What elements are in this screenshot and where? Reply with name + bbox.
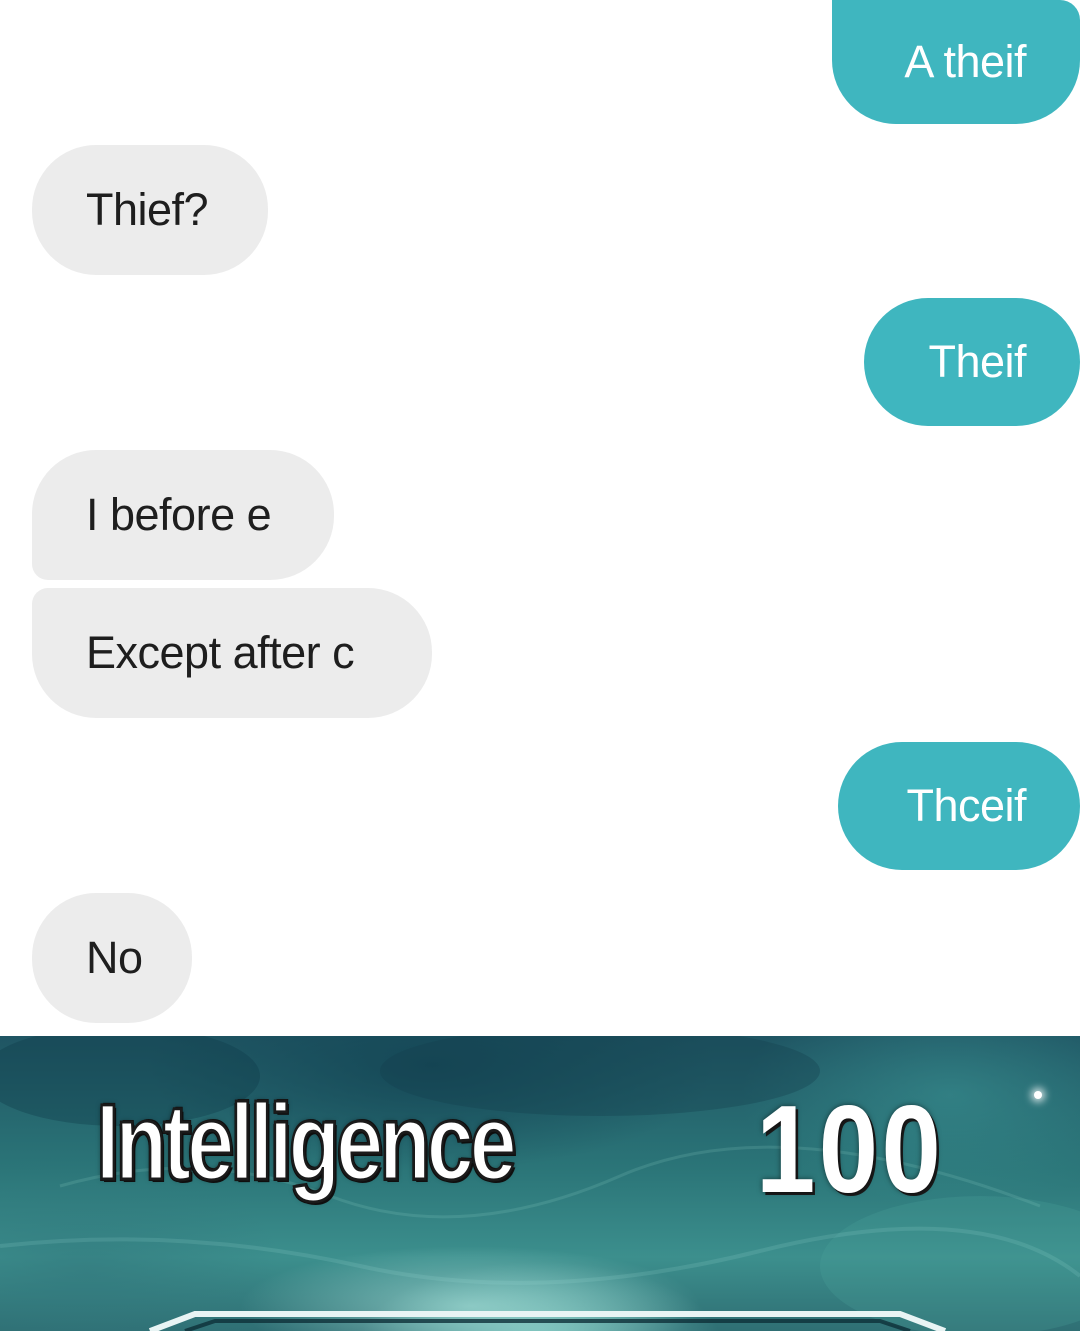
sent-message-bubble: A theif: [832, 0, 1080, 124]
received-message-bubble: I before e: [32, 450, 334, 580]
meme-screenshot: A theif Thief? Theif I before e Except a…: [0, 0, 1080, 1331]
skill-level: 100: [756, 1081, 945, 1219]
message-text: Thief?: [86, 184, 209, 235]
sent-message-bubble: Thceif: [838, 742, 1080, 870]
received-message-bubble: Thief?: [32, 145, 268, 275]
chat-conversation: A theif Thief? Theif I before e Except a…: [0, 0, 1080, 1040]
message-text: Thceif: [906, 780, 1026, 831]
sent-message-bubble: Theif: [864, 298, 1080, 426]
skill-level-up-banner: Intelligence 100: [0, 1036, 1080, 1331]
message-text: Except after c: [86, 627, 355, 678]
skill-name: Intelligence: [95, 1081, 518, 1202]
sparkle-icon: [1034, 1091, 1042, 1099]
message-text: Theif: [928, 336, 1026, 387]
message-text: No: [86, 932, 143, 983]
message-text: I before e: [86, 489, 272, 540]
received-message-bubble: No: [32, 893, 192, 1023]
received-message-bubble: Except after c: [32, 588, 432, 718]
message-text: A theif: [904, 36, 1026, 87]
